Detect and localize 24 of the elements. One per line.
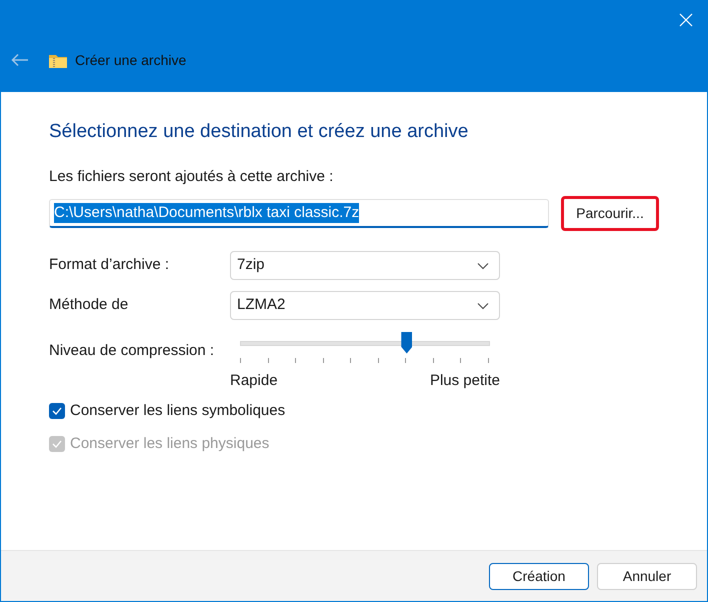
create-button[interactable]: Création — [489, 562, 589, 590]
chevron-down-icon — [477, 302, 489, 310]
min-label: Rapide — [230, 370, 278, 390]
destination-field[interactable]: C:\Users\natha\Documents\rblx taxi classic.7z — [49, 198, 549, 228]
chevron-down-icon — [477, 262, 489, 270]
destination-label: Les fichiers seront ajoutés à cette archive : — [49, 167, 334, 187]
method-label: Méthode de — [49, 294, 130, 315]
page-heading: Sélectionnez une destination et créez une archive — [49, 120, 470, 144]
cancel-button[interactable]: Annuler — [597, 562, 697, 590]
browse-button[interactable]: Parcourir... — [561, 196, 659, 230]
check-icon — [52, 440, 62, 448]
dropdown[interactable]: LZMA2 — [230, 290, 500, 320]
max-label: Plus petite — [430, 370, 500, 390]
window-title: Créer une archive — [75, 50, 186, 70]
format-label: Format d’archive : — [49, 254, 170, 275]
slider-thumb[interactable] — [401, 332, 412, 354]
checkbox-option[interactable]: Conserver les liens symboliques — [49, 400, 286, 422]
close-icon[interactable] — [679, 13, 693, 27]
checkbox[interactable] — [49, 403, 65, 420]
check-icon — [52, 407, 62, 416]
zipped-folder-icon — [49, 52, 67, 68]
compression-slider[interactable] — [240, 332, 490, 364]
dropdown[interactable]: 7zip — [230, 250, 500, 280]
compression-label: Niveau de compression : — [49, 340, 216, 360]
